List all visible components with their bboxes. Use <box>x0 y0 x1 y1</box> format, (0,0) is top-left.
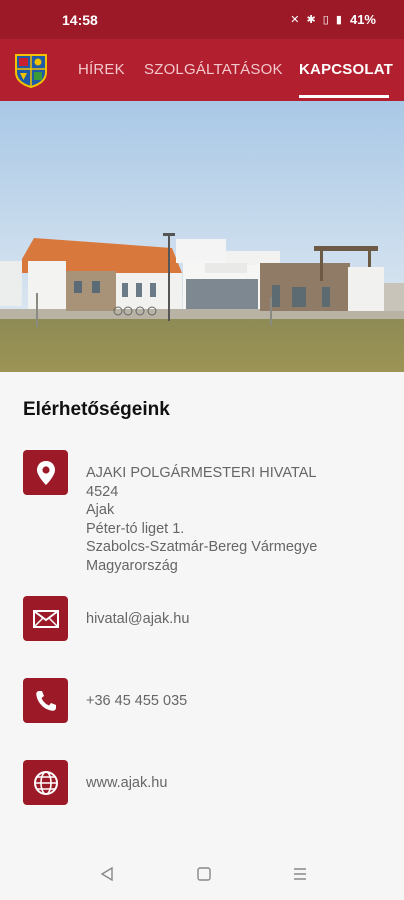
address-text: AJAKI POLGÁRMESTERI HIVATAL 4524 Ajak Pé… <box>86 464 317 575</box>
tab-news[interactable]: HÍREK <box>78 39 125 101</box>
address-line-name: AJAKI POLGÁRMESTERI HIVATAL <box>86 465 317 481</box>
address-line-country: Magyarország <box>86 557 178 574</box>
tab-services[interactable]: SZOLGÁLTATÁSOK <box>144 39 283 101</box>
address-line-zip: 4524 <box>86 483 119 500</box>
phone-link[interactable]: +36 45 455 035 <box>86 692 187 711</box>
tab-contact[interactable]: KAPCSOLAT <box>299 39 393 101</box>
address-line-county: Szabolcs-Szatmár-Bereg Vármegye <box>86 539 318 555</box>
back-icon[interactable] <box>99 866 115 882</box>
address-line-street: Péter-tó liget 1. <box>86 520 185 537</box>
status-right: ✕ ✱ ▯ ▮ 41% <box>290 12 376 27</box>
status-icons: ✕ ✱ ▯ ▮ <box>290 14 344 26</box>
menu-icon[interactable] <box>292 866 308 882</box>
email-link[interactable]: hivatal@ajak.hu <box>86 610 189 629</box>
contact-section: Elérhetőségeink AJAKI POLGÁRMESTERI HIVA… <box>0 372 404 850</box>
town-hall-photo <box>0 101 404 372</box>
globe-icon <box>23 760 68 805</box>
address-line-city: Ajak <box>86 502 115 518</box>
app-bar: HÍREK SZOLGÁLTATÁSOK KAPCSOLAT <box>0 39 404 101</box>
active-tab-indicator <box>299 95 389 98</box>
status-time: 14:58 <box>62 11 98 28</box>
battery-level: 41% <box>349 12 376 27</box>
phone-icon <box>23 678 68 723</box>
location-pin-icon <box>23 450 68 495</box>
contact-heading: Elérhetőségeink <box>23 399 170 420</box>
envelope-icon <box>23 596 68 641</box>
website-link[interactable]: www.ajak.hu <box>86 774 167 793</box>
system-nav-bar <box>0 850 404 900</box>
home-icon[interactable] <box>196 866 212 882</box>
status-bar: 14:58 ✕ ✱ ▯ ▮ 41% <box>0 0 404 39</box>
municipality-crest-logo <box>15 54 47 88</box>
